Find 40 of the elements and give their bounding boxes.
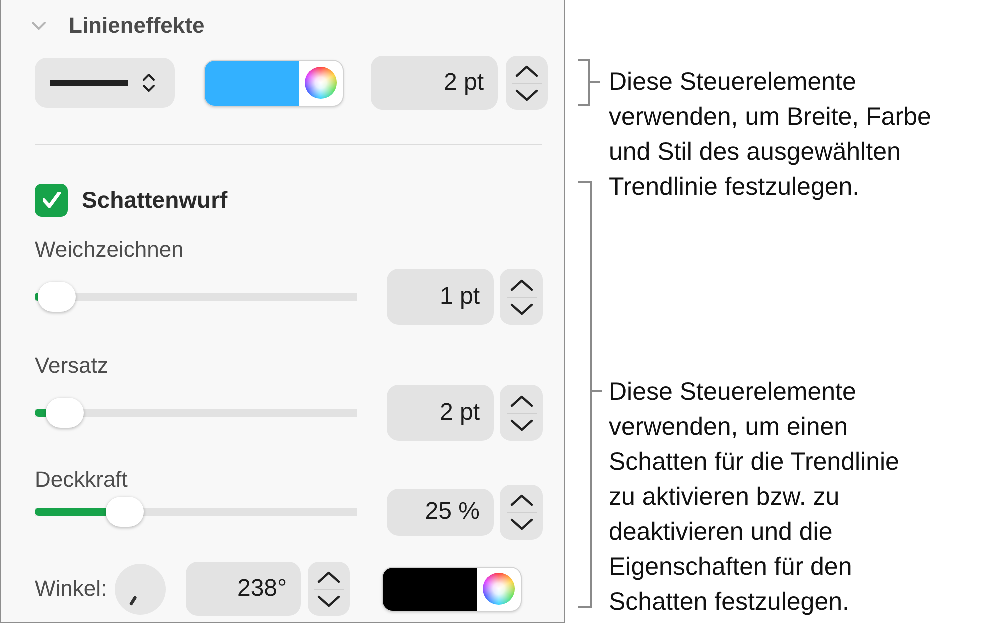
- checkbox[interactable]: [35, 184, 68, 216]
- stepper[interactable]: [308, 562, 350, 616]
- section-title: Linieneffekte: [69, 13, 205, 39]
- stepper[interactable]: [500, 385, 543, 441]
- callout-bracket: [578, 59, 600, 106]
- callout-text: Diese Steuerelemente verwenden, um Breite, Farbe und Stil des ausgewählten Trendlinie festzulegen.: [609, 67, 932, 203]
- stepper[interactable]: [506, 56, 548, 110]
- width-field[interactable]: 2 pt: [371, 56, 498, 110]
- value-field[interactable]: 25 %: [387, 488, 494, 536]
- value-field[interactable]: 1 pt: [387, 269, 494, 325]
- chevron-down-icon[interactable]: [510, 418, 534, 432]
- stepper[interactable]: [500, 269, 543, 325]
- line-style-popup[interactable]: [35, 58, 175, 108]
- chevron-up-icon[interactable]: [317, 570, 342, 584]
- slider-label: Deckkraft: [35, 467, 129, 493]
- color-well[interactable]: [205, 60, 343, 106]
- color-well[interactable]: [383, 568, 522, 610]
- value-field[interactable]: 2 pt: [387, 385, 494, 441]
- chevron-down-icon[interactable]: [317, 594, 342, 608]
- slider-label: Versatz: [35, 353, 110, 379]
- chevron-up-icon[interactable]: [510, 394, 534, 408]
- slider-thumb[interactable]: [46, 398, 84, 428]
- checkbox-label: Schattenwurf: [82, 186, 228, 214]
- slider-thumb[interactable]: [38, 282, 76, 312]
- chevron-down-icon[interactable]: [510, 518, 534, 530]
- chevron-up-icon[interactable]: [515, 64, 539, 78]
- color-wheel-icon: [483, 573, 516, 605]
- chevron-up-icon[interactable]: [510, 494, 534, 506]
- color-wheel-icon: [305, 67, 337, 99]
- chevron-down-icon[interactable]: [510, 302, 534, 316]
- chevron-up-icon[interactable]: [510, 278, 534, 292]
- slider-label: Weichzeichnen: [35, 237, 185, 263]
- chevron-down-icon[interactable]: [515, 88, 539, 102]
- slider-thumb[interactable]: [106, 497, 144, 527]
- callout-text: Diese Steuerelemente verwenden, um einen Schatten für die Trendlinie zu aktivieren bzw. zu deaktivieren und die Eigenschaften für den Schatten festzulegen.: [609, 377, 900, 618]
- updown-chevron-icon: [142, 72, 156, 94]
- angle-label: Winkel:: [35, 576, 108, 602]
- stepper[interactable]: [500, 484, 543, 540]
- angle-field[interactable]: 238°: [186, 562, 302, 616]
- checkmark-icon: [42, 192, 60, 208]
